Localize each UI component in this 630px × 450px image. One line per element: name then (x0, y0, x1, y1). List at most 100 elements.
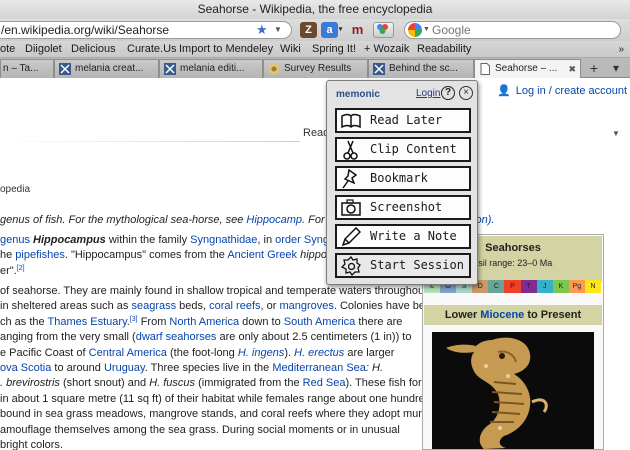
url-bar[interactable]: /en.wikipedia.org/wiki/Seahorse ★ ▼ (0, 21, 292, 39)
text-line: of seahorse. They are mainly found in sh… (0, 285, 428, 297)
text-line: er".[2] (0, 264, 345, 279)
pushpin-icon (342, 169, 358, 189)
start-session-button[interactable]: Start Session (335, 253, 471, 278)
favicon-icon (164, 63, 176, 75)
bookmark-item[interactable]: + Wozaik (364, 41, 409, 57)
text: (short snout) and (59, 377, 150, 390)
favicon-icon (59, 63, 71, 75)
close-tab-icon[interactable]: ✖ (568, 60, 576, 78)
citation-link[interactable]: [2] (17, 265, 25, 272)
bookmark-item[interactable]: Spring It! (312, 41, 356, 57)
period-cell[interactable]: K (552, 280, 569, 293)
link[interactable]: Mediterranean Sea (272, 362, 366, 374)
period-cell[interactable]: N (584, 280, 602, 293)
link[interactable]: Syngnathidae (190, 234, 257, 246)
link[interactable]: H. ingens (238, 347, 284, 359)
bookmark-item[interactable]: ote (0, 41, 15, 57)
search-box[interactable]: ▼ (404, 21, 621, 39)
share-icon-glyph (377, 24, 388, 34)
page-icon (480, 63, 490, 75)
citation-link[interactable]: [3] (130, 316, 138, 323)
bookmark-item[interactable]: Delicious (71, 41, 116, 57)
text: are only about 2.5 centimeters (1 in)) t… (216, 331, 412, 344)
period-cell[interactable]: P (504, 280, 521, 293)
bookmark-item[interactable]: Wiki (280, 41, 301, 57)
period-cell[interactable]: T (520, 280, 537, 293)
read-later-button[interactable]: Read Later (335, 108, 471, 133)
text: Lower (444, 309, 481, 321)
bookmark-item[interactable]: Diigolet (25, 41, 62, 57)
screenshot-button[interactable]: Screenshot (335, 195, 471, 220)
search-dropdown-icon[interactable]: ▼ (612, 129, 620, 138)
text-line: amouflage themselves among the sea grass… (0, 423, 400, 436)
link[interactable]: seagrass (131, 300, 176, 312)
text-line: bright colors. (0, 438, 63, 450)
tab-5[interactable]: Behind the sc... (368, 59, 474, 78)
mendeley-icon[interactable]: m (349, 22, 366, 38)
button-label: Read Later (370, 113, 443, 127)
text: beds, (176, 300, 210, 313)
bookmark-button[interactable]: Bookmark (335, 166, 471, 191)
link[interactable]: North America (169, 316, 239, 328)
new-tab-button[interactable]: + (584, 60, 604, 77)
link[interactable]: H. erectus (294, 347, 344, 359)
list-all-tabs-button[interactable]: ▾ (606, 60, 626, 77)
tab-label: Behind the sc... (389, 63, 458, 74)
tab-6-active[interactable]: Seahorse – ... ✖ (474, 59, 581, 78)
link[interactable]: Miocene (480, 309, 524, 321)
search-engine-dropdown-icon[interactable]: ▼ (423, 22, 430, 38)
google-icon[interactable] (408, 23, 422, 37)
link[interactable]: pipefishes (15, 249, 65, 261)
navigation-toolbar: /en.wikipedia.org/wiki/Seahorse ★ ▼ Z a … (0, 19, 630, 41)
text: he (0, 249, 16, 262)
period-cell[interactable]: Pg (568, 280, 585, 293)
link[interactable]: ova Scotia (0, 362, 51, 374)
text-line: he pipefishes. "Hippocampus" comes from … (0, 248, 345, 263)
tab-1[interactable]: n – Ta... (0, 59, 54, 78)
link[interactable]: Red Sea (303, 377, 346, 389)
site-tagline: opedia (0, 184, 31, 195)
window-titlebar: Seahorse - Wikipedia, the free encyclope… (0, 0, 630, 19)
seahorse-photo[interactable] (432, 332, 594, 449)
link[interactable]: South America (284, 316, 356, 328)
login-link-text: Log in / create account (515, 85, 628, 97)
zotero-icon[interactable]: Z (300, 22, 317, 38)
search-input[interactable] (432, 23, 612, 37)
period-cell[interactable]: C (488, 280, 505, 293)
tab-3[interactable]: melania editi... (159, 59, 263, 78)
tab-2[interactable]: melania creat... (54, 59, 159, 78)
write-a-note-button[interactable]: Write a Note (335, 224, 471, 249)
text: , in (257, 234, 276, 246)
link[interactable]: Thames Estuary (48, 316, 127, 328)
tab-4[interactable]: Survey Results (263, 59, 368, 78)
memonic-login-link[interactable]: Login (416, 88, 440, 99)
bookmark-star-icon[interactable]: ★ (256, 22, 268, 38)
tab-label: n – Ta... (3, 63, 39, 74)
memonic-logo: memonic (336, 89, 380, 100)
bookmark-item[interactable]: Import to Mendeley (179, 41, 273, 57)
period-cell[interactable]: J (536, 280, 553, 293)
amazon-dropdown-icon[interactable]: ▾ (336, 22, 345, 38)
hatnote-link[interactable]: Hippocamp (246, 214, 302, 226)
button-label: Start Session (370, 258, 464, 272)
camera-icon (341, 199, 361, 216)
link[interactable]: Central America (89, 347, 167, 359)
page-content: 👤 Log in / create account Read ▼ opedia … (0, 79, 630, 450)
clip-content-button[interactable]: Clip Content (335, 137, 471, 162)
share-icon[interactable] (373, 22, 394, 38)
text: anging from the very small ( (0, 331, 136, 344)
link[interactable]: genus (0, 234, 33, 246)
link[interactable]: Uruguay (104, 362, 145, 374)
url-history-dropdown-icon[interactable]: ▼ (274, 22, 282, 38)
link[interactable]: Ancient Greek (227, 249, 297, 261)
close-icon[interactable]: × (459, 86, 473, 100)
bookmark-item[interactable]: Readability (417, 41, 471, 57)
link[interactable]: coral reefs (209, 300, 260, 312)
link[interactable]: dwarf seahorses (136, 331, 217, 343)
help-icon[interactable]: ? (441, 86, 455, 100)
bookmarks-overflow-icon[interactable]: » (618, 41, 624, 57)
bookmark-item[interactable]: Curate.Us (127, 41, 177, 57)
url-text: /en.wikipedia.org/wiki/Seahorse (1, 23, 170, 37)
login-link[interactable]: 👤 Log in / create account (497, 84, 627, 97)
link[interactable]: mangroves (279, 300, 333, 312)
